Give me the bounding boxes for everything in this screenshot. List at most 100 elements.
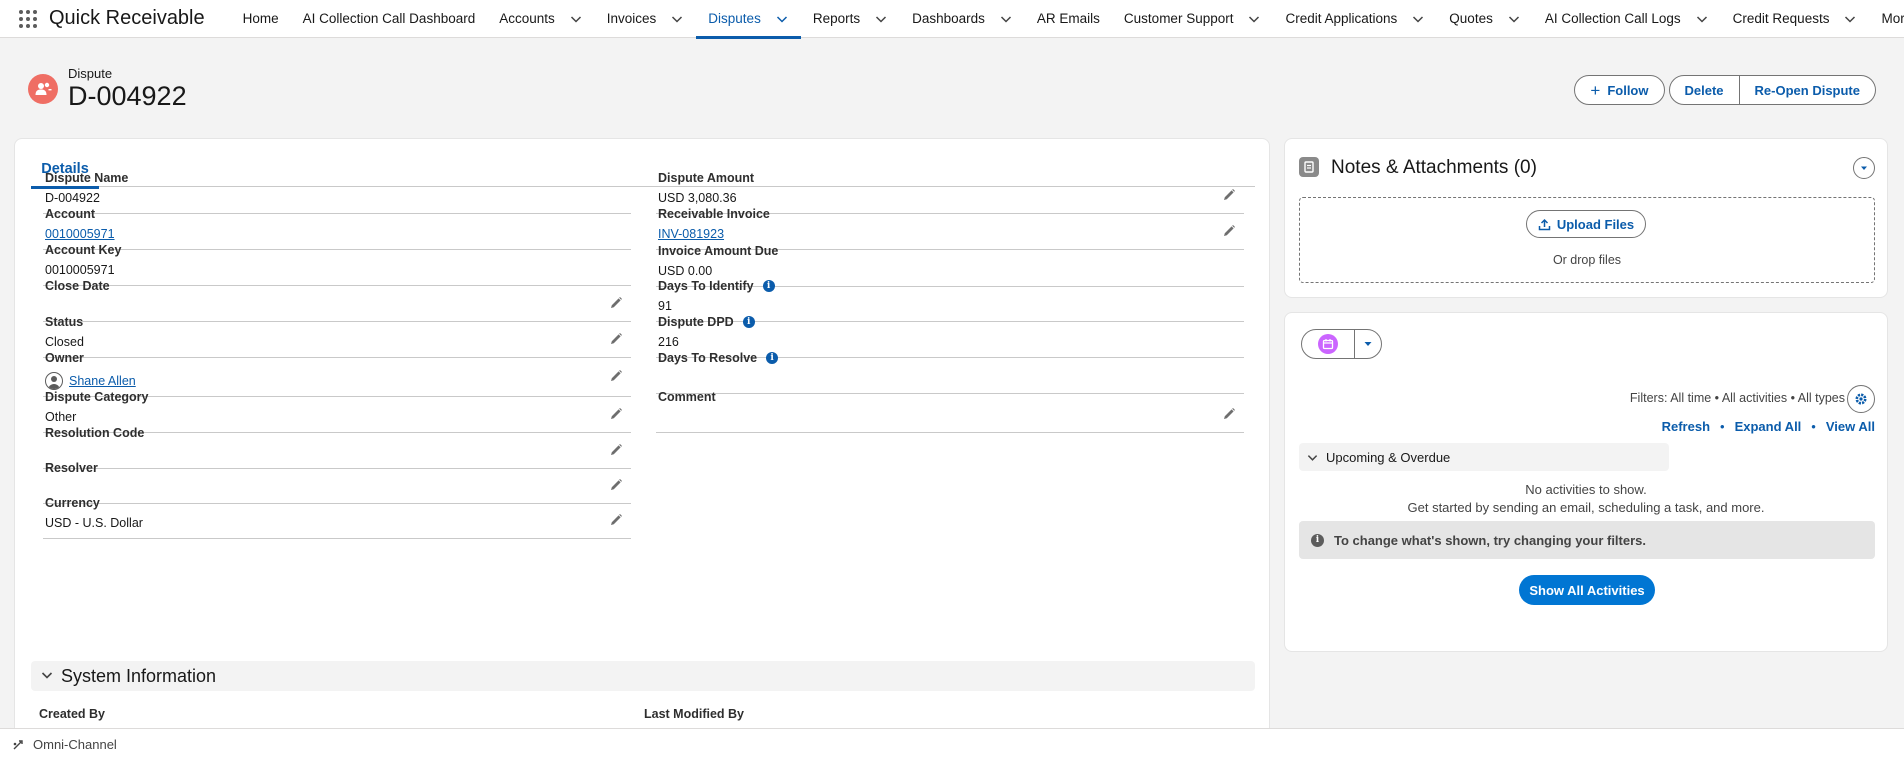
upcoming-overdue-section-header[interactable]: Upcoming & Overdue: [1299, 443, 1669, 471]
info-icon: i: [1311, 533, 1324, 547]
nav-item-label: AR Emails: [1036, 11, 1100, 26]
caret-down-icon: [1861, 166, 1867, 170]
field-label: Dispute Category: [45, 390, 149, 404]
get-started-text: Get started by sending an email, schedul…: [1407, 500, 1765, 515]
chevron-down-icon[interactable]: [874, 12, 888, 26]
nav-item-accounts[interactable]: Accounts: [487, 0, 595, 38]
show-all-activities-button[interactable]: Show All Activities: [1519, 575, 1655, 605]
receivable-invoice-link[interactable]: INV-081923: [658, 227, 724, 241]
field-value: INV-081923: [658, 227, 724, 241]
edit-pencil-icon[interactable]: [609, 443, 625, 459]
owner-link[interactable]: Shane Allen: [69, 374, 136, 388]
chevron-down-icon[interactable]: [569, 12, 583, 26]
global-nav-bar: Quick Receivable Home AI Collection Call …: [0, 0, 1904, 39]
field-label-text: Days To Identify: [658, 279, 754, 293]
info-icon[interactable]: i: [762, 280, 775, 292]
edit-pencil-icon[interactable]: [609, 478, 625, 494]
chevron-down-icon[interactable]: [775, 12, 789, 26]
view-all-link[interactable]: View All: [1826, 419, 1875, 434]
nav-item-label: Disputes: [708, 11, 761, 26]
field-label: Resolution Code: [45, 426, 144, 440]
edit-pencil-icon[interactable]: [609, 513, 625, 529]
edit-pencil-icon[interactable]: [609, 296, 625, 312]
nav-item-dashboards[interactable]: Dashboards: [900, 0, 1025, 38]
system-information-section-header[interactable]: System Information: [31, 661, 1255, 691]
new-event-button[interactable]: [1302, 330, 1355, 358]
info-icon[interactable]: i: [742, 316, 755, 328]
chevron-down-icon[interactable]: [1843, 12, 1857, 26]
chevron-down-icon[interactable]: [1695, 12, 1709, 26]
nav-item-disputes[interactable]: Disputes: [696, 0, 801, 39]
upload-files-button[interactable]: Upload Files: [1526, 210, 1646, 238]
activity-card: Filters: All time • All activities • All…: [1284, 312, 1888, 652]
upcoming-overdue-title: Upcoming & Overdue: [1326, 449, 1451, 465]
field-label-text: Resolution Code: [45, 426, 145, 440]
nav-item-ai-collection-call-logs[interactable]: AI Collection Call Logs: [1533, 0, 1721, 38]
nav-item-label: Quotes: [1449, 11, 1493, 26]
nav-item-label: Reports: [812, 11, 861, 26]
expand-all-link[interactable]: Expand All: [1735, 419, 1802, 434]
record-header: Dispute D-004922 + Follow Delete Re-Open…: [28, 64, 1876, 114]
field-label-text: Dispute Amount: [658, 171, 755, 185]
nav-item-ar-emails[interactable]: AR Emails: [1025, 0, 1112, 38]
chevron-down-icon[interactable]: [1411, 12, 1425, 26]
system-information-title: System Information: [61, 665, 217, 686]
nav-item-label: Dashboards: [912, 11, 985, 26]
field-label-text: Account Key: [45, 243, 122, 257]
nav-item-home[interactable]: Home: [231, 0, 291, 38]
field-label: Dispute Name: [45, 171, 128, 185]
dispute-object-icon: [28, 74, 58, 104]
edit-pencil-icon[interactable]: [609, 407, 625, 423]
edit-pencil-icon[interactable]: [609, 332, 625, 348]
field-value: USD - U.S. Dollar: [45, 516, 143, 530]
app-launcher-icon[interactable]: [19, 8, 37, 30]
info-icon[interactable]: i: [766, 352, 779, 364]
follow-label: Follow: [1607, 82, 1649, 98]
activity-settings-button[interactable]: [1847, 385, 1875, 413]
omni-channel-label: Omni-Channel: [33, 737, 117, 752]
activity-links: Refresh • Expand All • View All: [1662, 419, 1875, 434]
nav-item-label: Invoices: [606, 11, 657, 26]
chevron-down-icon[interactable]: [1507, 12, 1521, 26]
nav-item-reports[interactable]: Reports: [801, 0, 900, 38]
nav-item-ai-collection-call-dashboard[interactable]: AI Collection Call Dashboard: [291, 0, 488, 38]
field-value: 0010005971: [45, 263, 115, 277]
field-label-text: Dispute Name: [45, 171, 129, 185]
field-label-text: Comment: [658, 390, 716, 404]
nav-item-quotes[interactable]: Quotes: [1437, 0, 1533, 38]
chevron-down-icon[interactable]: [999, 12, 1013, 26]
edit-pencil-icon[interactable]: [1222, 188, 1238, 204]
follow-button[interactable]: + Follow: [1574, 75, 1665, 105]
omni-channel-button[interactable]: Omni-Channel: [12, 737, 117, 752]
field-label: Account Key: [45, 243, 121, 257]
nav-item-credit-applications[interactable]: Credit Applications: [1273, 0, 1437, 38]
omni-channel-icon: [13, 739, 23, 749]
field-last-modified-by: Last Modified By: [642, 707, 1230, 729]
refresh-link[interactable]: Refresh: [1662, 419, 1710, 434]
field-label-text: Days To Resolve: [658, 351, 758, 365]
nav-more-button[interactable]: More ▼: [1869, 0, 1904, 38]
chevron-down-icon[interactable]: [670, 12, 684, 26]
file-drop-zone[interactable]: Upload Files Or drop files: [1299, 197, 1875, 283]
account-link[interactable]: 0010005971: [45, 227, 115, 241]
field-label: Comment: [658, 390, 716, 404]
delete-button[interactable]: Delete: [1668, 75, 1740, 105]
nav-item-customer-support[interactable]: Customer Support: [1112, 0, 1274, 38]
activity-menu-button[interactable]: [1355, 330, 1381, 358]
field-label-text: Status: [45, 315, 84, 329]
notes-menu-button[interactable]: [1853, 157, 1875, 179]
reopen-dispute-button[interactable]: Re-Open Dispute: [1739, 75, 1876, 105]
edit-pencil-icon[interactable]: [1222, 407, 1238, 423]
record-object-type: Dispute: [68, 66, 113, 81]
nav-item-invoices[interactable]: Invoices: [595, 0, 697, 38]
nav-item-label: Accounts: [499, 11, 555, 26]
field-currency: Currency USD - U.S. Dollar: [43, 496, 631, 539]
field-value: 91: [658, 299, 672, 313]
chevron-down-icon[interactable]: [1247, 12, 1261, 26]
edit-pencil-icon[interactable]: [609, 369, 625, 385]
field-label-text: Owner: [45, 351, 84, 365]
nav-item-credit-requests[interactable]: Credit Requests: [1721, 0, 1870, 38]
field-value: Shane Allen: [45, 372, 136, 390]
edit-pencil-icon[interactable]: [1222, 224, 1238, 240]
field-label: Owner: [45, 351, 84, 365]
